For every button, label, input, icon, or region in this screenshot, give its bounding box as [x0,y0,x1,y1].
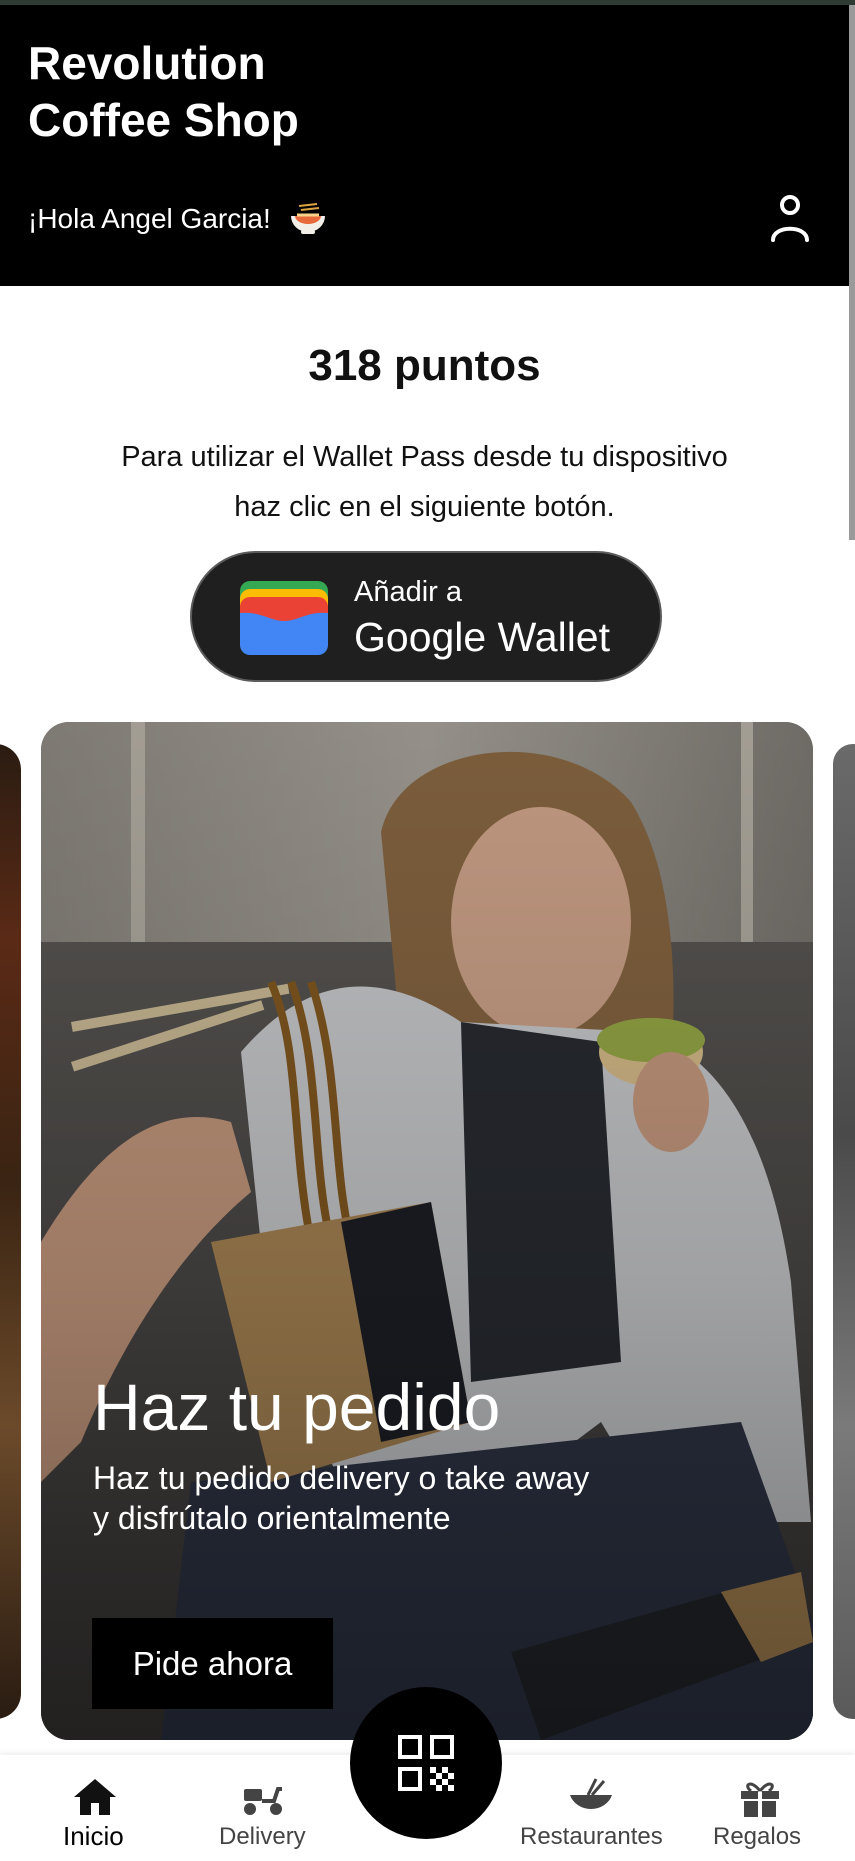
carousel-prev-card[interactable] [0,744,21,1719]
promo-subtitle-line2: y disfrútalo orientalmente [93,1500,451,1536]
wallet-button-small-label: Añadir a [354,576,463,608]
nav-item-regalos[interactable]: Regalos [705,1755,805,1861]
wallet-instructions: Para utilizar el Wallet Pass desde tu di… [60,432,789,532]
app-title-line1: Revolution [28,37,266,89]
user-icon [771,195,809,242]
add-to-google-wallet-button[interactable]: Añadir a Google Wallet [190,551,662,682]
greeting-text: ¡Hola Angel Garcia! [28,203,271,234]
scrollbar-thumb[interactable] [849,5,855,540]
app-title-line2: Coffee Shop [28,94,299,146]
profile-button[interactable] [765,189,815,247]
home-icon [74,1779,116,1815]
order-now-button[interactable]: Pide ahora [92,1618,333,1709]
wallet-instructions-line1: Para utilizar el Wallet Pass desde tu di… [121,441,728,473]
gift-icon [741,1782,779,1817]
greeting: ¡Hola Angel Garcia! [28,199,327,239]
bowl-chopsticks-icon [570,1778,612,1810]
nav-item-inicio[interactable]: Inicio [45,1755,145,1861]
header: Revolution Coffee Shop ¡Hola Angel Garci… [0,5,849,286]
app-screen: Revolution Coffee Shop ¡Hola Angel Garci… [0,0,855,1861]
ramen-bowl-icon [289,202,327,236]
nav-label-delivery: Delivery [219,1823,306,1850]
carousel-next-card[interactable] [833,744,855,1719]
scooter-icon [244,1787,282,1815]
nav-label-regalos: Regalos [713,1823,802,1850]
nav-item-restaurantes[interactable]: Restaurantes [516,1755,666,1861]
wallet-instructions-line2: haz clic en el siguiente botón. [234,491,615,523]
points-balance: 318 puntos [308,341,541,390]
qr-code-icon [398,1735,454,1791]
nav-label-inicio: Inicio [63,1821,124,1851]
google-wallet-icon [240,581,328,655]
promo-title: Haz tu pedido [93,1370,501,1444]
promo-overlay [41,722,813,1740]
qr-code-button[interactable] [350,1687,502,1839]
wallet-button-label: Google Wallet [354,614,610,660]
promo-subtitle-line1: Haz tu pedido delivery o take away [93,1460,590,1496]
promo-subtitle: Haz tu pedido delivery o take away y dis… [93,1458,693,1538]
app-title: Revolution Coffee Shop [28,35,528,149]
promo-card[interactable]: Haz tu pedido Haz tu pedido delivery o t… [41,722,813,1740]
nav-item-delivery[interactable]: Delivery [210,1755,310,1861]
nav-label-restaurantes: Restaurantes [520,1823,663,1850]
